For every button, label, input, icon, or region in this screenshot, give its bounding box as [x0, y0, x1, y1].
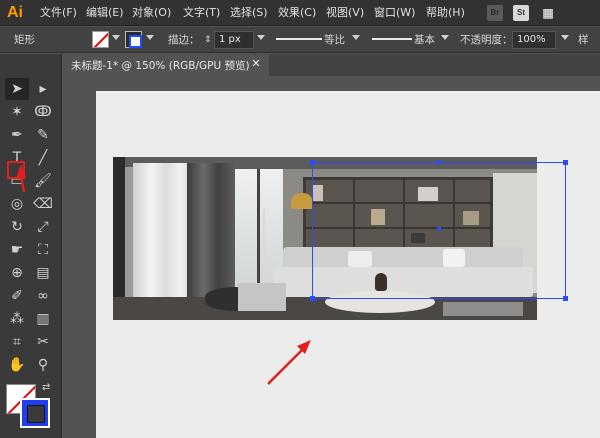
illustrator-logo: Ai	[7, 4, 23, 21]
rectangle-tool-highlight	[7, 161, 25, 179]
shape-builder-tool-icon[interactable]: ⊕	[5, 262, 29, 284]
column-graph-tool-icon[interactable]: ▥	[31, 308, 55, 330]
line-tool-icon[interactable]: ╱	[31, 147, 55, 169]
magic-wand-tool-icon[interactable]: ✶	[5, 101, 29, 123]
menu-help[interactable]: 帮助(H)	[426, 5, 465, 21]
selection-handle[interactable]	[437, 160, 441, 164]
warp-tool-icon[interactable]: ☛	[5, 239, 29, 261]
scale-tool-icon[interactable]: ⤢	[31, 216, 55, 238]
center-point-handle[interactable]	[437, 227, 441, 231]
document-tab-title: 未标题-1* @ 150% (RGB/GPU 预览)	[71, 60, 250, 72]
tools-panel: ➤ ▸ ✶ ↂ ✒ ✎ T ╱ ▭ 🖌 ◎ ⌫ ↻ ⤢ ☛ ⛶ ⊕ ▤ ✐ ∞ ⁂ ▥ ⌗ ✂ ✋ ⚲ ⇄	[0, 54, 62, 438]
control-bar: 矩形 描边： ⇕ 1 px 等比 基本 不透明度： 100% 样	[0, 27, 600, 53]
opacity-input[interactable]: 100%	[512, 31, 556, 49]
slice-tool-icon[interactable]: ✂	[31, 331, 55, 353]
shaper-tool-icon[interactable]: ◎	[5, 193, 29, 215]
bridge-button[interactable]: Br	[487, 5, 503, 21]
fill-stroke-widget[interactable]: ⇄	[6, 382, 56, 432]
rotate-tool-icon[interactable]: ↻	[5, 216, 29, 238]
stroke-dropdown-icon[interactable]	[146, 35, 154, 40]
rectangle-selection[interactable]	[310, 160, 568, 301]
selection-handle[interactable]	[310, 160, 315, 165]
swap-fill-stroke-icon[interactable]: ⇄	[42, 382, 50, 393]
lasso-tool-icon[interactable]: ↂ	[31, 101, 55, 123]
menu-select[interactable]: 选择(S)	[230, 5, 268, 21]
variable-width-profile-line	[276, 38, 322, 40]
menu-effect[interactable]: 效果(C)	[278, 5, 316, 21]
document-area: 未标题-1* @ 150% (RGB/GPU 预览) ✕	[63, 54, 600, 438]
menu-file[interactable]: 文件(F)	[40, 5, 77, 21]
menu-edit[interactable]: 编辑(E)	[86, 5, 124, 21]
menu-window[interactable]: 窗口(W)	[374, 5, 415, 21]
selection-handle[interactable]	[563, 160, 568, 165]
stroke-color-big-swatch[interactable]	[20, 398, 50, 428]
free-transform-tool-icon[interactable]: ⛶	[31, 239, 55, 261]
brush-definition-label[interactable]: 基本	[414, 33, 435, 47]
direct-selection-tool-icon[interactable]: ▸	[31, 78, 55, 100]
stroke-width-input[interactable]: 1 px	[214, 31, 254, 49]
menu-object[interactable]: 对象(O)	[132, 5, 171, 21]
document-tab[interactable]: 未标题-1* @ 150% (RGB/GPU 预览) ✕	[63, 54, 269, 76]
paintbrush-tool-icon[interactable]: 🖌	[31, 170, 55, 192]
eyedropper-tool-icon[interactable]: ✐	[5, 285, 29, 307]
close-icon[interactable]: ✕	[249, 57, 263, 71]
pen-tool-icon[interactable]: ✒	[5, 124, 29, 146]
blend-tool-icon[interactable]: ∞	[31, 285, 55, 307]
stock-button[interactable]: St	[513, 5, 529, 21]
fill-dropdown-icon[interactable]	[112, 35, 120, 40]
profile-dropdown-icon[interactable]	[352, 35, 360, 40]
opacity-label: 不透明度：	[460, 34, 513, 46]
zoom-tool-icon[interactable]: ⚲	[31, 354, 55, 376]
brush-definition-line	[372, 38, 412, 40]
workspace-grid-icon[interactable]: ▦	[540, 5, 556, 21]
style-label: 样	[578, 34, 589, 46]
menu-type[interactable]: 文字(T)	[183, 5, 220, 21]
stroke-label: 描边：	[168, 34, 200, 46]
selection-handle[interactable]	[310, 296, 315, 301]
menu-view[interactable]: 视图(V)	[326, 5, 364, 21]
stroke-width-dropdown-icon[interactable]	[257, 35, 265, 40]
artboard-tool-icon[interactable]: ⌗	[5, 331, 29, 353]
variable-width-profile-label[interactable]: 等比	[324, 33, 345, 47]
fill-color-swatch[interactable]	[92, 31, 109, 48]
curvature-tool-icon[interactable]: ✎	[31, 124, 55, 146]
opacity-dropdown-icon[interactable]	[561, 35, 569, 40]
hand-tool-icon[interactable]: ✋	[5, 354, 29, 376]
brush-dropdown-icon[interactable]	[441, 35, 449, 40]
selection-tool-icon[interactable]: ➤	[5, 78, 29, 100]
stroke-stepper-icon[interactable]: ⇕	[204, 33, 212, 47]
stroke-color-swatch[interactable]	[125, 31, 142, 48]
selected-shape-name: 矩形	[14, 34, 35, 46]
menu-bar: Ai 文件(F) 编辑(E) 对象(O) 文字(T) 选择(S) 效果(C) 视…	[0, 0, 600, 26]
symbol-sprayer-tool-icon[interactable]: ⁂	[5, 308, 29, 330]
eraser-tool-icon[interactable]: ⌫	[31, 193, 55, 215]
selection-handle[interactable]	[563, 296, 568, 301]
gradient-tool-icon[interactable]: ▤	[31, 262, 55, 284]
